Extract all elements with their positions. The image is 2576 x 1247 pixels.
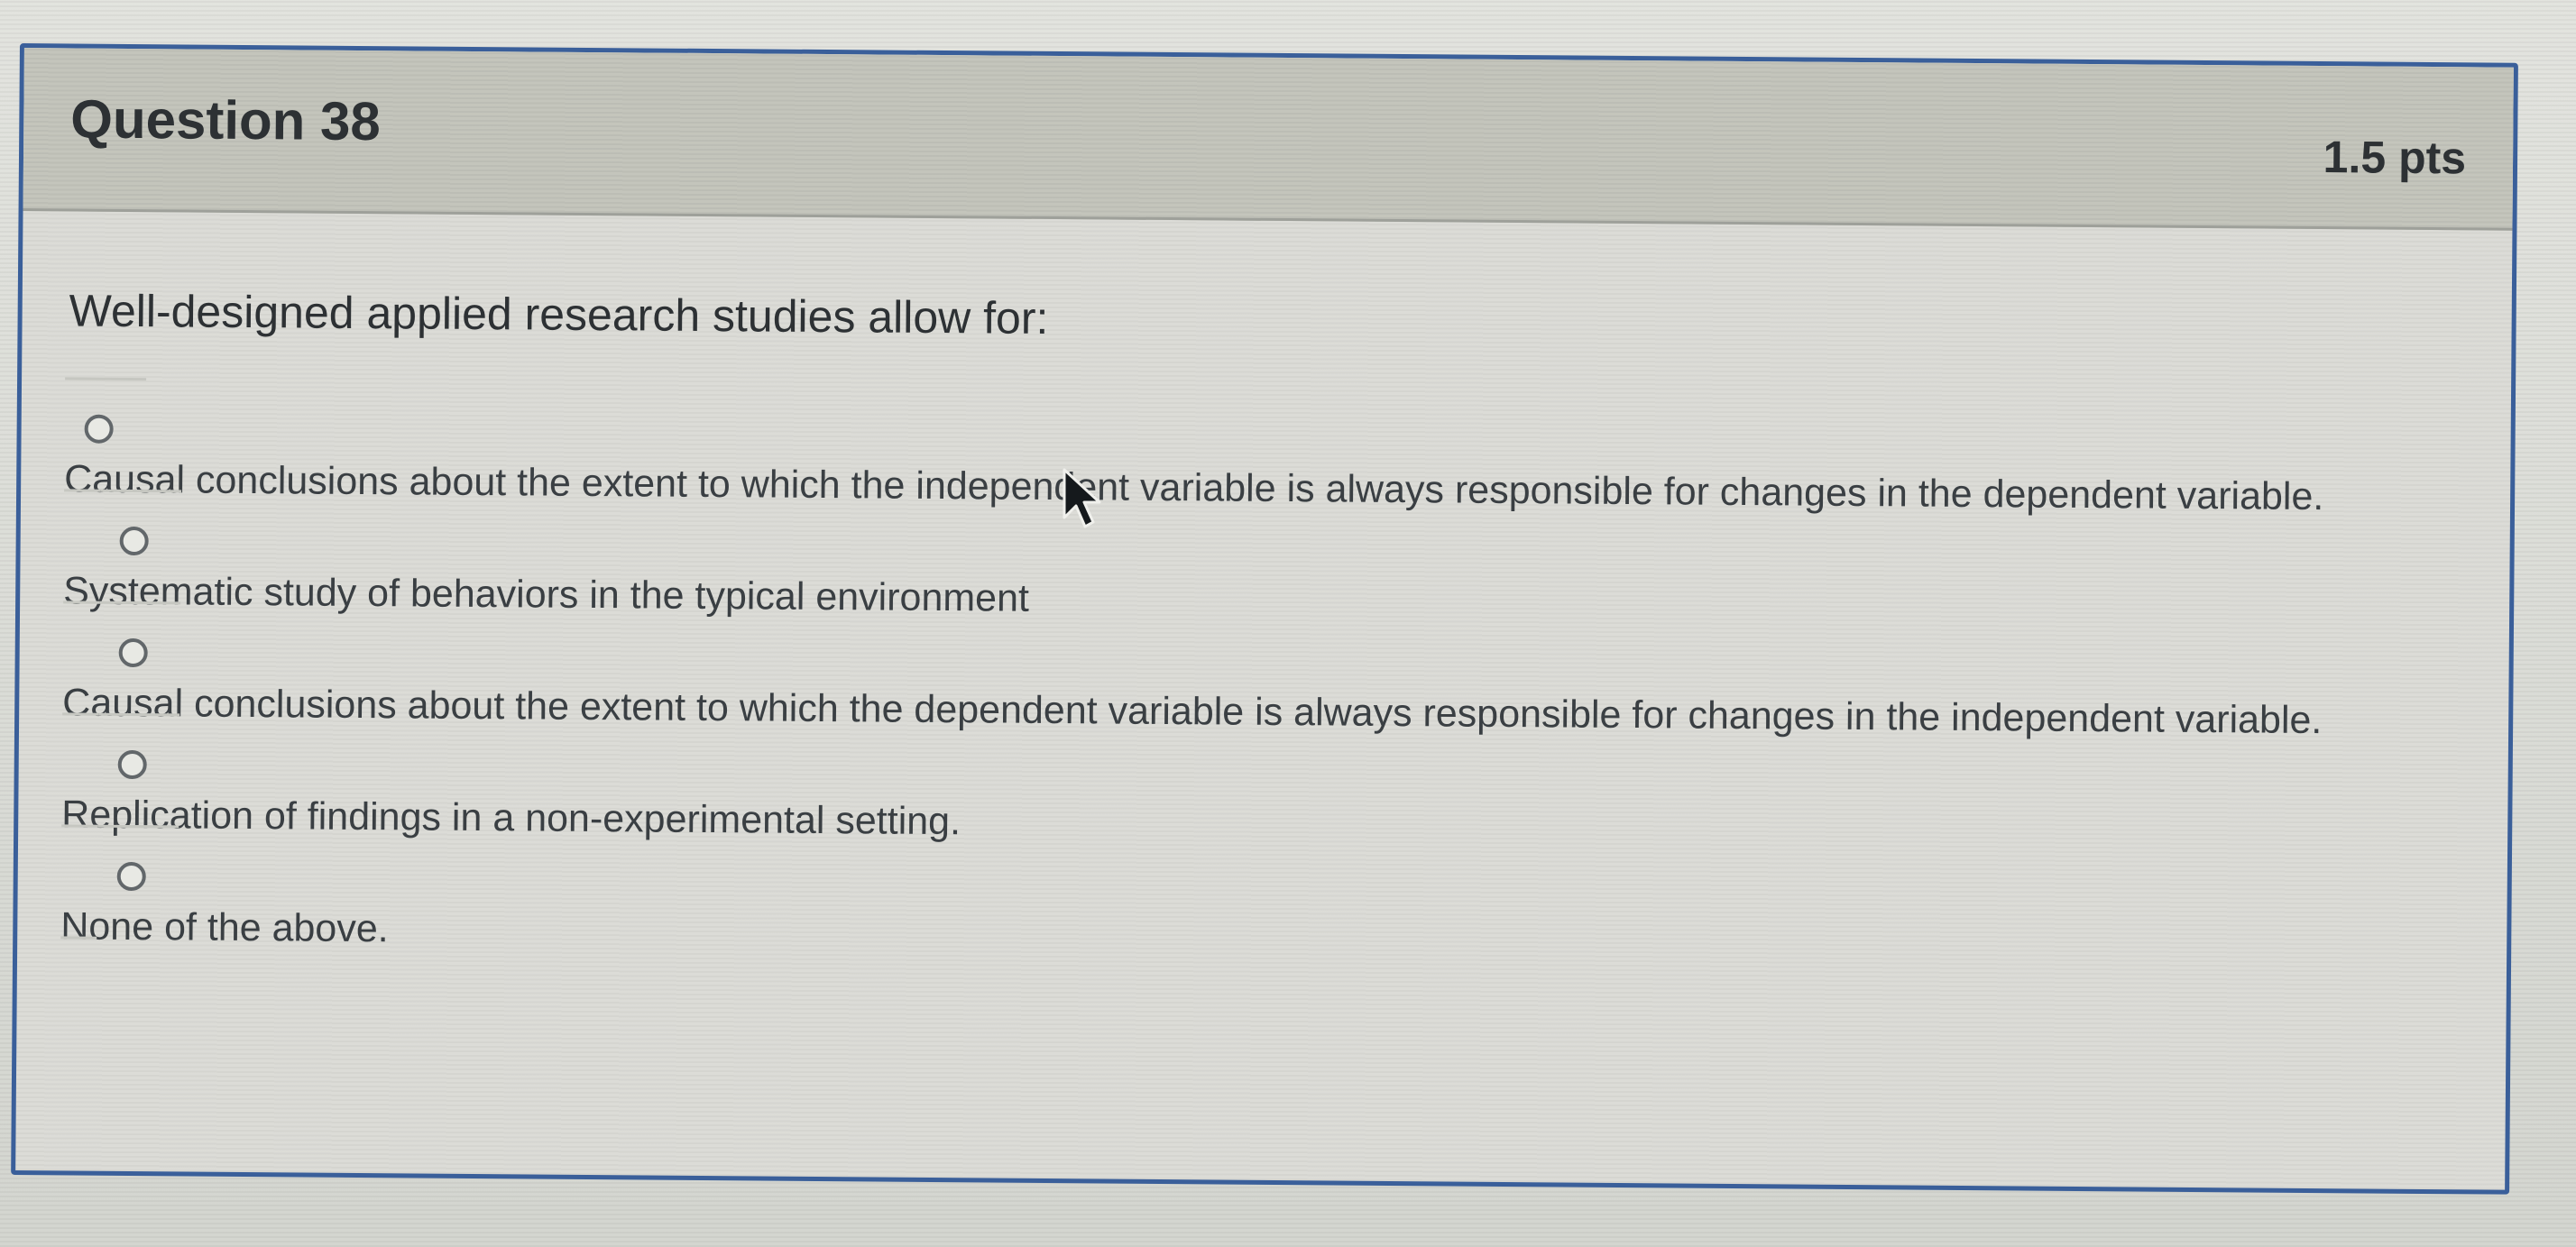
- answer-option-label: Replication of findings in a non-experim…: [61, 793, 961, 844]
- radio-button-icon[interactable]: [119, 526, 149, 556]
- radio-button-icon[interactable]: [84, 414, 114, 444]
- screen: Question 38 1.5 pts Well-designed applie…: [0, 0, 2576, 1247]
- answer-option-label: Causal conclusions about the extent to w…: [62, 681, 2323, 743]
- question-text: Well-designed applied research studies a…: [69, 285, 1049, 344]
- mouse-pointer-icon: [1063, 468, 1101, 528]
- question-points: 1.5 pts: [2323, 132, 2467, 184]
- answer-options: Causal conclusions about the extent to w…: [60, 377, 2475, 1029]
- question-card: Question 38 1.5 pts Well-designed applie…: [11, 43, 2518, 1195]
- answer-option-label: None of the above.: [60, 904, 389, 951]
- radio-button-icon[interactable]: [116, 861, 146, 892]
- radio-button-icon[interactable]: [118, 637, 148, 668]
- answer-option-label: Causal conclusions about the extent to w…: [64, 457, 2324, 519]
- question-header: Question 38 1.5 pts: [23, 48, 2514, 231]
- answer-option-1[interactable]: Causal conclusions about the extent to w…: [63, 377, 2475, 579]
- question-title: Question 38: [70, 88, 382, 152]
- radio-button-icon[interactable]: [117, 749, 147, 780]
- answer-option-label: Systematic study of behaviors in the typ…: [63, 569, 1030, 620]
